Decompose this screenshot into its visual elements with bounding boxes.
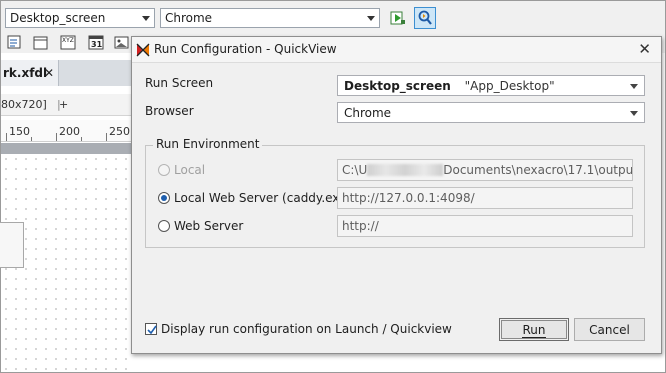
browser-value: Chrome [344,106,392,120]
xyz-label: XYZ [62,37,74,44]
run-environment-title: Run Environment [153,137,263,151]
display-config-checkbox[interactable] [145,323,157,335]
web-server-url-field[interactable]: http:// [337,215,633,237]
form-icon[interactable] [6,34,24,52]
display-config-label[interactable]: Display run configuration on Launch / Qu… [161,322,452,336]
browser-label: Browser [145,104,194,118]
browser-combo[interactable]: Chrome [160,8,380,28]
web-server-url: http:// [342,219,379,233]
chevron-down-icon[interactable] [630,84,638,89]
run-icon[interactable] [389,9,407,27]
tab-xfdl[interactable]: rk.xfdl ✕ [1,60,59,86]
ruler-tick [6,133,7,141]
run-screen-value: Desktop_screen [344,79,451,93]
chevron-down-icon[interactable] [630,111,638,116]
ruler-tick [81,137,82,141]
run-screen-app: "App_Desktop" [464,79,555,93]
ruler-tick [106,133,107,141]
radio-button[interactable] [158,220,170,232]
xyz-icon[interactable]: XYZ [59,33,77,51]
local-web-server-url-field[interactable]: http://127.0.0.1:4098/ [337,187,633,209]
ruler-tick [56,133,57,141]
radio-button[interactable] [158,192,170,204]
radio-local-web-server-label: Local Web Server (caddy.exe) [174,191,352,205]
editor-tabstrip: rk.xfdl ✕ [1,60,133,86]
chevron-down-icon[interactable] [142,16,150,21]
cancel-button[interactable]: Cancel [574,318,645,341]
radio-local-label: Local [174,163,206,177]
chevron-down-icon[interactable] [367,16,375,21]
local-path-start: C:\U [342,163,368,177]
local-web-server-url: http://127.0.0.1:4098/ [342,191,475,205]
ruler-label: 200 [59,125,80,138]
run-screen-label: Run Screen [145,76,214,90]
radio-web-server-label: Web Server [174,219,244,233]
ruler-label: 150 [9,125,30,138]
dialog-titlebar[interactable]: Run Configuration - QuickView ✕ [132,37,661,63]
quickview-icon[interactable] [414,7,436,29]
run-button-label: Run [522,323,546,338]
resolution-label: 80x720] [1,98,47,111]
ruler-label: 250 [109,125,130,138]
close-icon[interactable]: ✕ [638,40,651,58]
image-icon[interactable] [113,34,131,52]
screen-combo-value: Desktop_screen [10,11,106,25]
close-icon[interactable]: ✕ [44,66,54,80]
radio-button[interactable] [158,164,170,176]
screen-combo[interactable]: Desktop_screen [5,8,155,28]
canvas-component[interactable] [0,222,24,268]
browser-select[interactable]: Chrome [337,102,645,123]
calendar-icon[interactable]: 31 [87,33,105,51]
nexacro-logo-icon [136,43,150,57]
browser-combo-value: Chrome [165,11,213,25]
ruler-tick [31,137,32,141]
frame-icon[interactable] [32,34,50,52]
local-path-field: C:\U Documents\nexacro\17.1\outputs\T [337,159,633,181]
design-canvas[interactable] [0,154,133,372]
ruler-band [1,143,133,154]
ruler: 150 200 250 [1,120,133,142]
resolution-bar: 80x720] | + [1,94,133,116]
local-path-end: Documents\nexacro\17.1\outputs\T [443,163,633,177]
run-configuration-dialog: Run Configuration - QuickView ✕ Run Scre… [131,36,662,354]
checkmark-icon [147,325,157,335]
dialog-title: Run Configuration - QuickView [154,42,337,56]
redacted-username [367,164,444,176]
run-button[interactable]: Run [499,318,569,341]
calendar-day: 31 [91,40,103,49]
cancel-button-label: Cancel [589,323,630,337]
add-screen-button[interactable]: + [59,98,68,111]
tab-xfdl-label: rk.xfdl [3,66,48,80]
run-screen-select[interactable]: Desktop_screen "App_Desktop" [337,75,645,96]
